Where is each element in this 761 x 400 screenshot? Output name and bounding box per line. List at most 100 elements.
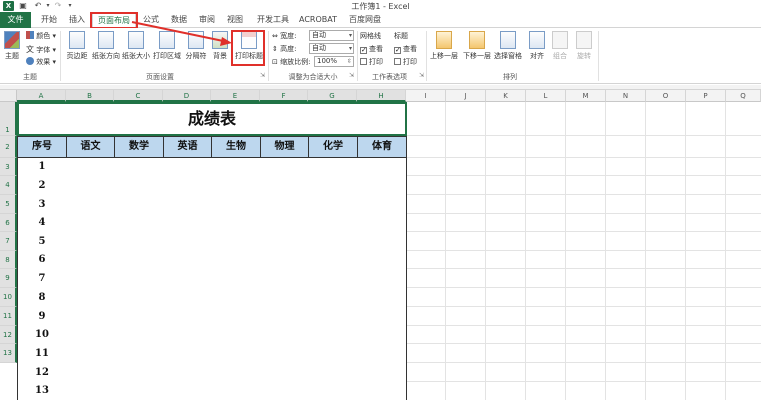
table-cell[interactable] xyxy=(114,288,164,308)
column-heading-cell[interactable]: 物理 xyxy=(260,136,309,158)
table-cell[interactable] xyxy=(66,288,115,308)
table-cell[interactable] xyxy=(357,326,407,345)
table-cell[interactable] xyxy=(357,232,407,252)
table-cell[interactable] xyxy=(308,344,358,364)
table-cell[interactable] xyxy=(114,195,164,215)
table-cell[interactable] xyxy=(357,195,407,215)
theme-colors-button[interactable]: 颜色 ▾ xyxy=(26,31,56,41)
table-cell[interactable] xyxy=(357,382,407,400)
table-cell[interactable] xyxy=(114,382,164,400)
column-heading-cell[interactable]: 数学 xyxy=(114,136,164,158)
table-cell[interactable] xyxy=(357,158,407,177)
column-header-k[interactable]: K xyxy=(486,90,526,102)
margins-button[interactable]: 页边距 xyxy=(64,31,90,61)
row-header-11[interactable]: 11 xyxy=(0,307,17,326)
table-cell[interactable] xyxy=(308,382,358,400)
table-cell[interactable] xyxy=(260,269,309,289)
table-cell[interactable] xyxy=(260,326,309,345)
column-header-p[interactable]: P xyxy=(686,90,726,102)
table-cell[interactable] xyxy=(211,158,261,177)
row-header-1[interactable]: 1 xyxy=(0,102,17,136)
table-cell[interactable] xyxy=(66,232,115,252)
table-cell[interactable] xyxy=(163,363,212,383)
table-cell[interactable] xyxy=(260,382,309,400)
row-header-10[interactable]: 10 xyxy=(0,288,17,307)
print-area-button[interactable]: 打印区域 xyxy=(153,31,181,61)
table-cell[interactable] xyxy=(357,214,407,233)
table-cell[interactable] xyxy=(114,269,164,289)
send-backward-button[interactable]: 下移一层 xyxy=(461,31,493,61)
table-cell[interactable] xyxy=(211,288,261,308)
table-cell[interactable] xyxy=(260,251,309,270)
table-cell[interactable] xyxy=(308,363,358,383)
table-cell[interactable] xyxy=(114,251,164,270)
serial-number-cell[interactable]: 13 xyxy=(17,382,67,400)
table-cell[interactable] xyxy=(308,326,358,345)
themes-button[interactable]: 主题 xyxy=(2,31,22,61)
column-header-e[interactable]: E xyxy=(211,90,260,102)
table-cell[interactable] xyxy=(66,158,115,177)
table-cell[interactable] xyxy=(357,269,407,289)
table-cell[interactable] xyxy=(163,176,212,196)
column-heading-cell[interactable]: 化学 xyxy=(308,136,358,158)
table-cell[interactable] xyxy=(260,158,309,177)
row-header-8[interactable]: 8 xyxy=(0,251,17,269)
headings-print-checkbox[interactable]: 打印 xyxy=(394,57,417,67)
table-cell[interactable] xyxy=(66,269,115,289)
column-header-a[interactable]: A xyxy=(17,90,66,102)
table-cell[interactable] xyxy=(163,158,212,177)
headings-view-checkbox[interactable]: ✓ 查看 xyxy=(394,44,417,54)
table-cell[interactable] xyxy=(211,232,261,252)
serial-number-cell[interactable]: 8 xyxy=(17,288,67,308)
table-cell[interactable] xyxy=(163,251,212,270)
table-cell[interactable] xyxy=(211,195,261,215)
column-header-d[interactable]: D xyxy=(163,90,211,102)
column-header-m[interactable]: M xyxy=(566,90,606,102)
serial-number-cell[interactable]: 9 xyxy=(17,307,67,327)
select-all-corner[interactable] xyxy=(0,90,17,102)
column-heading-cell[interactable]: 语文 xyxy=(66,136,115,158)
serial-number-cell[interactable]: 4 xyxy=(17,214,67,233)
table-cell[interactable] xyxy=(163,382,212,400)
table-cell[interactable] xyxy=(211,214,261,233)
table-cell[interactable] xyxy=(114,326,164,345)
bring-forward-button[interactable]: 上移一层 xyxy=(428,31,460,61)
table-cell[interactable] xyxy=(114,214,164,233)
tab-acrobat[interactable]: ACROBAT xyxy=(298,12,338,28)
column-header-c[interactable]: C xyxy=(114,90,163,102)
background-button[interactable]: 背景 xyxy=(210,31,230,61)
table-cell[interactable] xyxy=(211,176,261,196)
serial-number-cell[interactable]: 6 xyxy=(17,251,67,270)
page-setup-dialog-launcher-icon[interactable]: ⇲ xyxy=(260,72,265,79)
serial-number-cell[interactable]: 12 xyxy=(17,363,67,383)
table-cell[interactable] xyxy=(66,251,115,270)
tab-baidu-netdisk[interactable]: 百度网盘 xyxy=(344,12,386,28)
column-header-l[interactable]: L xyxy=(526,90,566,102)
row-header-2[interactable]: 2 xyxy=(0,136,17,158)
table-cell[interactable] xyxy=(308,158,358,177)
table-cell[interactable] xyxy=(357,176,407,196)
column-header-j[interactable]: J xyxy=(446,90,486,102)
column-header-f[interactable]: F xyxy=(260,90,308,102)
row-header-5[interactable]: 5 xyxy=(0,195,17,214)
column-heading-cell[interactable]: 英语 xyxy=(163,136,212,158)
tab-formulas[interactable]: 公式 xyxy=(138,12,164,28)
table-cell[interactable] xyxy=(308,176,358,196)
group-objects-button[interactable]: 组合 xyxy=(550,31,570,61)
row-header-4[interactable]: 4 xyxy=(0,176,17,195)
row-header-7[interactable]: 7 xyxy=(0,232,17,251)
table-cell[interactable] xyxy=(163,344,212,364)
table-cell[interactable] xyxy=(211,363,261,383)
table-cell[interactable] xyxy=(114,344,164,364)
gridlines-print-checkbox[interactable]: 打印 xyxy=(360,57,383,67)
serial-number-cell[interactable]: 5 xyxy=(17,232,67,252)
column-heading-cell[interactable]: 生物 xyxy=(211,136,261,158)
orientation-button[interactable]: 纸张方向 xyxy=(92,31,120,61)
column-header-g[interactable]: G xyxy=(308,90,357,102)
table-cell[interactable] xyxy=(211,326,261,345)
sheet-options-dialog-launcher-icon[interactable]: ⇲ xyxy=(419,72,424,79)
table-cell[interactable] xyxy=(308,251,358,270)
height-select[interactable]: 自动 ▾ xyxy=(309,43,354,54)
table-cell[interactable] xyxy=(308,195,358,215)
table-cell[interactable] xyxy=(211,269,261,289)
